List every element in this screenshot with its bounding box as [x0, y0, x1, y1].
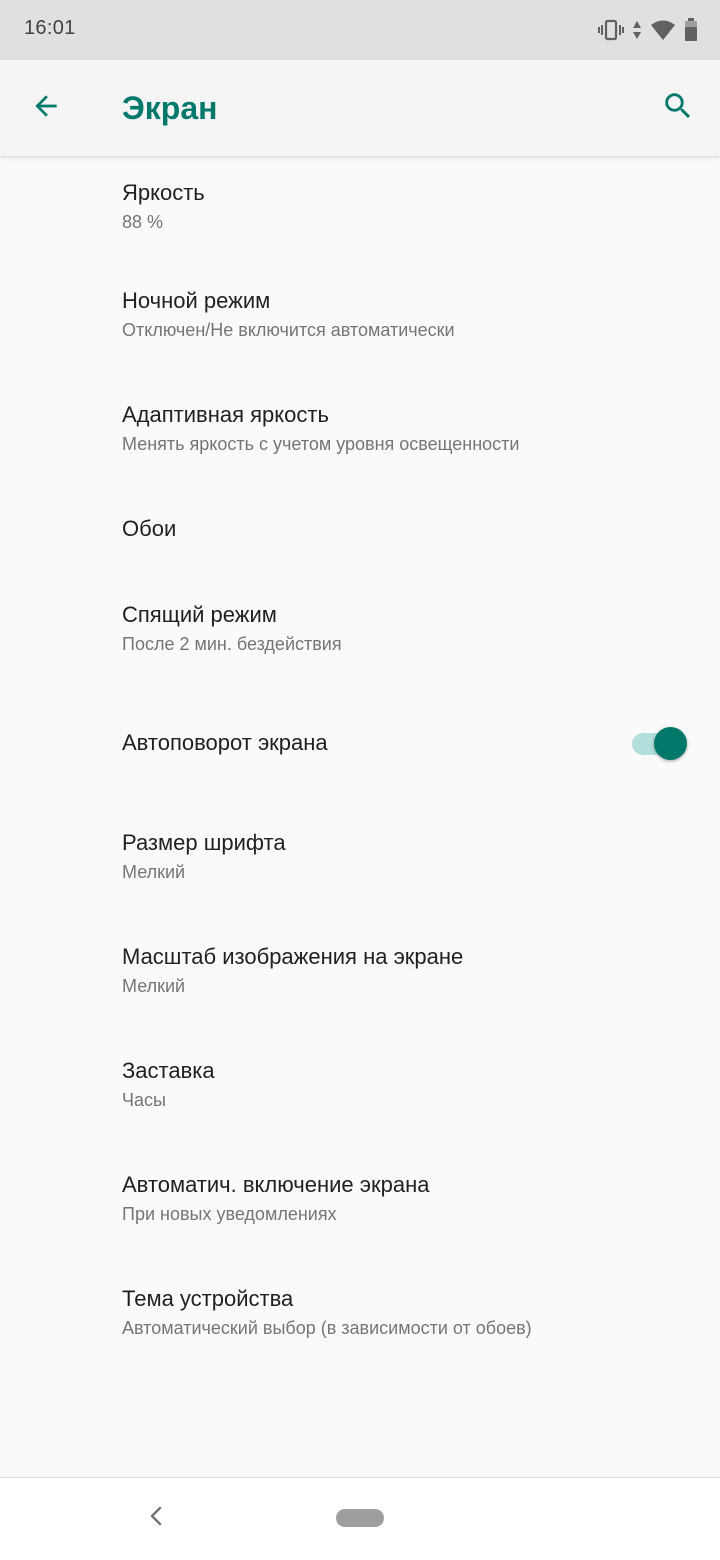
page-title: Экран — [122, 90, 218, 126]
toggle-thumb — [654, 727, 687, 760]
setting-title: Спящий режим — [122, 602, 277, 627]
setting-title: Масштаб изображения на экране — [122, 944, 464, 969]
settings-list: Яркость 88 % Ночной режим Отключен/Не вк… — [0, 156, 720, 1370]
chevron-left-icon — [148, 1504, 164, 1533]
setting-device-theme[interactable]: Тема устройства Автоматический выбор (в … — [0, 1256, 720, 1370]
battery-icon — [684, 18, 698, 42]
data-arrows-icon — [632, 19, 642, 41]
search-icon — [661, 89, 695, 128]
search-button[interactable] — [654, 84, 702, 132]
setting-title: Заставка — [122, 1058, 215, 1083]
nav-back-button[interactable] — [140, 1500, 172, 1536]
back-button[interactable] — [22, 84, 70, 132]
setting-auto-rotate[interactable]: Автоповорот экрана — [0, 686, 720, 800]
setting-screensaver[interactable]: Заставка Часы — [0, 1028, 720, 1142]
setting-sleep[interactable]: Спящий режим После 2 мин. бездействия — [0, 572, 720, 686]
setting-night-mode[interactable]: Ночной режим Отключен/Не включится автом… — [0, 258, 720, 372]
vibrate-icon — [598, 19, 624, 41]
setting-summary: При новых уведомлениях — [122, 1204, 337, 1224]
status-bar: 16:01 — [0, 0, 720, 60]
setting-title: Обои — [122, 516, 177, 541]
setting-summary: Менять яркость с учетом уровня освещенно… — [122, 434, 520, 454]
setting-title: Адаптивная яркость — [122, 402, 329, 427]
setting-title: Автоповорот экрана — [122, 730, 328, 755]
app-bar: Экран — [0, 60, 720, 156]
status-time: 16:01 — [24, 17, 76, 39]
navigation-bar — [0, 1477, 720, 1560]
setting-summary: Мелкий — [122, 862, 186, 882]
setting-wallpaper[interactable]: Обои — [0, 486, 720, 572]
setting-font-size[interactable]: Размер шрифта Мелкий — [0, 800, 720, 914]
setting-summary: Часы — [122, 1090, 166, 1110]
setting-brightness[interactable]: Яркость 88 % — [0, 156, 720, 258]
setting-adaptive-brightness[interactable]: Адаптивная яркость Менять яркость с учет… — [0, 372, 720, 486]
wifi-icon — [650, 19, 676, 41]
auto-rotate-toggle[interactable] — [632, 726, 688, 760]
setting-summary: Автоматический выбор (в зависимости от о… — [122, 1318, 532, 1338]
setting-display-size[interactable]: Масштаб изображения на экране Мелкий — [0, 914, 720, 1028]
setting-ambient-display[interactable]: Автоматич. включение экрана При новых ув… — [0, 1142, 720, 1256]
setting-title: Ночной режим — [122, 288, 271, 313]
setting-title: Тема устройства — [122, 1286, 294, 1311]
setting-summary: Отключен/Не включится автоматически — [122, 320, 455, 340]
setting-title: Яркость — [122, 180, 205, 205]
nav-home-button[interactable] — [336, 1509, 384, 1527]
status-icons — [598, 16, 698, 44]
setting-title: Размер шрифта — [122, 830, 286, 855]
setting-summary: Мелкий — [122, 976, 186, 996]
setting-title: Автоматич. включение экрана — [122, 1172, 430, 1197]
setting-summary: 88 % — [122, 212, 164, 232]
setting-summary: После 2 мин. бездействия — [122, 634, 342, 654]
arrow-back-icon — [30, 90, 62, 127]
